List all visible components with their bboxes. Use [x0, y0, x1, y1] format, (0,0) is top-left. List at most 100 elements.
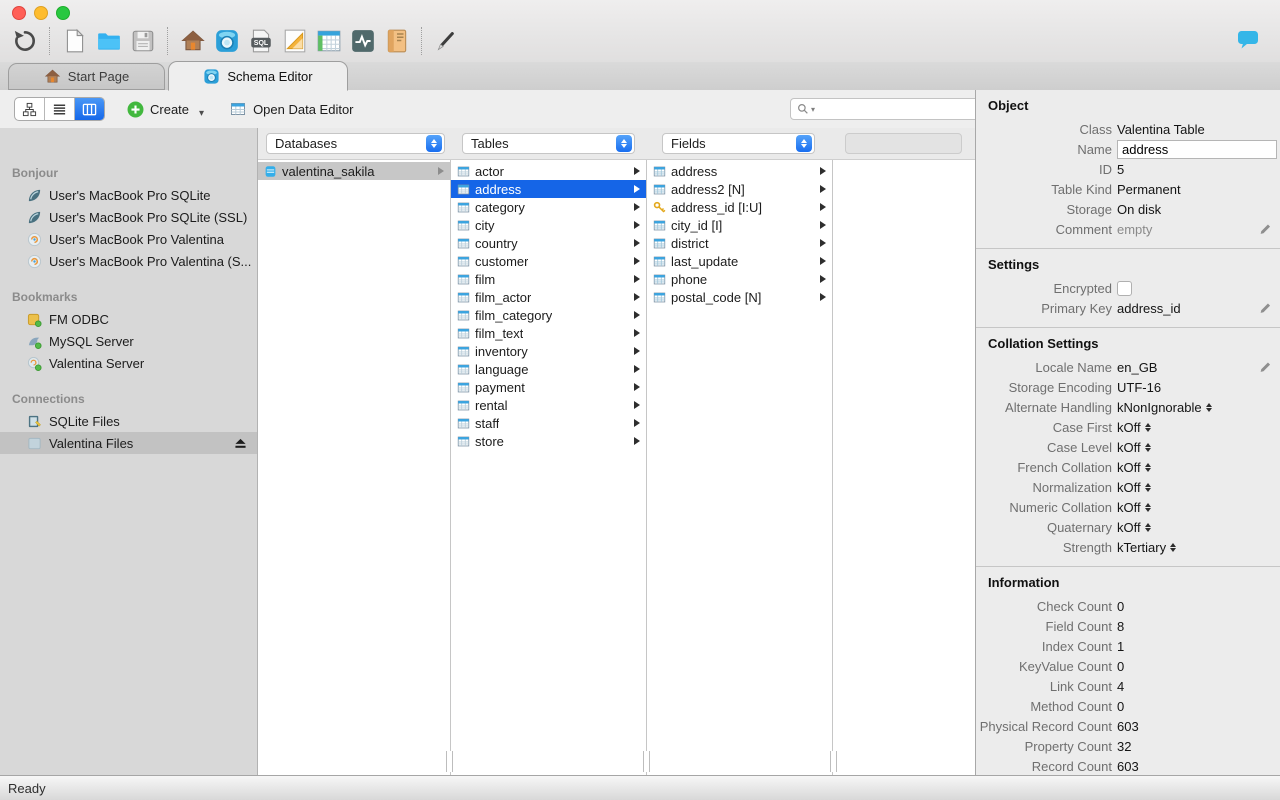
list-item[interactable]: actor	[451, 162, 646, 180]
feedback-chat-button[interactable]	[1236, 29, 1260, 51]
column-resize-grip[interactable]	[830, 751, 837, 772]
inspector-row-value[interactable]: kOff	[1117, 420, 1151, 435]
toolbar-button-schema-editor[interactable]	[210, 25, 244, 57]
table-small-icon	[457, 273, 470, 286]
inspector-row-value[interactable]: kNonIgnorable	[1117, 400, 1212, 415]
list-item[interactable]: staff	[451, 414, 646, 432]
name-input[interactable]	[1117, 139, 1277, 159]
view-mode-column-view[interactable]	[75, 98, 104, 120]
toolbar-button-brush[interactable]	[430, 25, 464, 57]
toolbar-button-home[interactable]	[176, 25, 210, 57]
inspector-row-value: 0	[1117, 698, 1125, 714]
toolbar-button-report-editor[interactable]	[380, 25, 414, 57]
inspector-row: Locale Name en_GB	[976, 357, 1280, 377]
inspector-section-settings: Settings Encrypted Primary Key address_id	[976, 249, 1280, 328]
list-item[interactable]: inventory	[451, 342, 646, 360]
sidebar-item[interactable]: MySQL Server	[0, 330, 257, 352]
toolbar-button-open-folder[interactable]	[92, 25, 126, 57]
status-bar: Ready	[0, 775, 1280, 800]
toolbar-button-data-editor[interactable]	[312, 25, 346, 57]
sidebar-item[interactable]: User's MacBook Pro SQLite (SSL)	[0, 206, 257, 228]
zoom-window-button[interactable]	[56, 6, 70, 20]
view-mode-tree-view[interactable]	[15, 98, 45, 120]
toolbar-button-new-document[interactable]	[58, 25, 92, 57]
list-item[interactable]: district	[647, 234, 832, 252]
tables-column-selector[interactable]: Tables	[462, 133, 635, 154]
list-item[interactable]: postal_code [N]	[647, 288, 832, 306]
inspector-row-value[interactable]: kOff	[1117, 440, 1151, 455]
list-item[interactable]: city_id [I]	[647, 216, 832, 234]
list-item[interactable]: film_actor	[451, 288, 646, 306]
create-button[interactable]: Create ▾	[127, 101, 204, 119]
search-scope-caret[interactable]: ▾	[811, 105, 815, 114]
table-small-icon	[457, 309, 470, 322]
list-item[interactable]: address_id [I:U]	[647, 198, 832, 216]
list-item[interactable]: film	[451, 270, 646, 288]
inspector-row-value[interactable]: kOff	[1117, 520, 1151, 535]
databases-column-label: Databases	[275, 136, 338, 151]
list-item[interactable]: address2 [N]	[647, 180, 832, 198]
eject-icon[interactable]	[234, 437, 247, 449]
inspector-row-label: Numeric Collation	[1009, 499, 1112, 515]
edit-pencil-icon[interactable]	[1259, 302, 1272, 315]
list-item[interactable]: customer	[451, 252, 646, 270]
sidebar-item-label: User's MacBook Pro Valentina	[49, 231, 224, 247]
minimize-window-button[interactable]	[34, 6, 48, 20]
edit-pencil-icon[interactable]	[1259, 223, 1272, 236]
list-item[interactable]: language	[451, 360, 646, 378]
inspector-row-value[interactable]: kOff	[1117, 500, 1151, 515]
list-item[interactable]: phone	[647, 270, 832, 288]
list-item[interactable]: valentina_sakila	[258, 162, 450, 180]
sidebar-item[interactable]: Valentina Server	[0, 352, 257, 374]
list-item[interactable]: country	[451, 234, 646, 252]
column-resize-grip[interactable]	[643, 751, 650, 772]
list-item[interactable]: film_category	[451, 306, 646, 324]
inspector-row: Encrypted	[976, 278, 1280, 298]
list-item[interactable]: address	[451, 180, 646, 198]
view-mode-list-view[interactable]	[45, 98, 75, 120]
list-item[interactable]: last_update	[647, 252, 832, 270]
list-item[interactable]: category	[451, 198, 646, 216]
list-item[interactable]: address	[647, 162, 832, 180]
inspector-row-value[interactable]: kTertiary	[1117, 540, 1177, 555]
inspector-row-value[interactable]: kOff	[1117, 460, 1151, 475]
toolbar-button-diagram-editor[interactable]	[278, 25, 312, 57]
toolbar-button-server-admin[interactable]	[346, 25, 380, 57]
popup-arrows-icon	[1144, 482, 1151, 492]
fields-stepper[interactable]	[796, 135, 812, 152]
tables-stepper[interactable]	[616, 135, 632, 152]
sidebar-item[interactable]: FM ODBC	[0, 308, 257, 330]
databases-stepper[interactable]	[426, 135, 442, 152]
toolbar-button-sql-editor[interactable]: SQL	[244, 25, 278, 57]
search-input[interactable]	[817, 100, 975, 118]
toolbar-button-undo[interactable]	[8, 25, 42, 57]
sidebar-item[interactable]: Valentina Files	[0, 432, 257, 454]
open-data-editor-button[interactable]: Open Data Editor	[230, 101, 354, 117]
inspector-row-value[interactable]: kOff	[1117, 480, 1151, 495]
list-item[interactable]: store	[451, 432, 646, 450]
inspector-row-value: 4	[1117, 678, 1125, 694]
list-item[interactable]: payment	[451, 378, 646, 396]
fields-column-selector[interactable]: Fields	[662, 133, 815, 154]
list-item[interactable]: rental	[451, 396, 646, 414]
tab-start-page[interactable]: Start Page	[8, 63, 165, 90]
sidebar-item[interactable]: User's MacBook Pro Valentina (S...	[0, 250, 257, 272]
close-window-button[interactable]	[12, 6, 26, 20]
edit-pencil-icon[interactable]	[1259, 361, 1272, 374]
sidebar-item[interactable]: SQLite Files	[0, 410, 257, 432]
databases-column-selector[interactable]: Databases	[266, 133, 445, 154]
list-item[interactable]: city	[451, 216, 646, 234]
search-field[interactable]: ▾	[790, 98, 982, 120]
list-item[interactable]: film_text	[451, 324, 646, 342]
inspector-row-value: empty	[1117, 221, 1153, 237]
encrypted-checkbox[interactable]	[1117, 280, 1132, 296]
disclosure-arrow-icon	[634, 221, 640, 229]
sidebar-item[interactable]: User's MacBook Pro SQLite	[0, 184, 257, 206]
create-dropdown-caret[interactable]: ▾	[199, 108, 204, 119]
sidebar-item[interactable]: User's MacBook Pro Valentina	[0, 228, 257, 250]
column-resize-grip[interactable]	[446, 751, 453, 772]
tab-schema-editor[interactable]: Schema Editor	[168, 61, 348, 91]
toolbar-button-save[interactable]	[126, 25, 160, 57]
extra-column-selector[interactable]	[845, 133, 962, 154]
valentina-files-icon	[27, 436, 42, 451]
